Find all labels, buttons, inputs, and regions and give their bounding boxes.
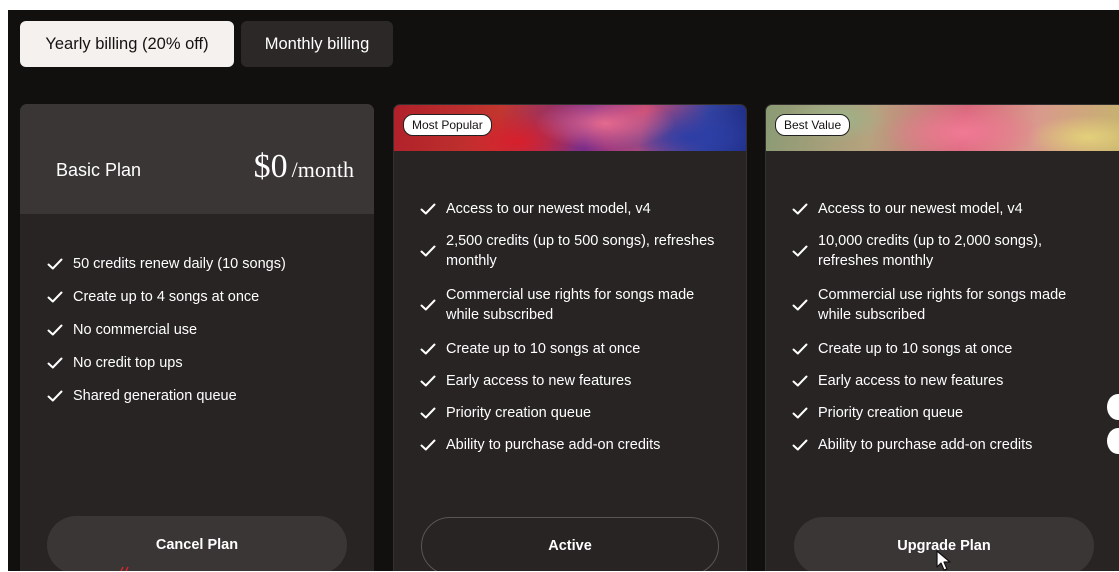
- feature-item: No commercial use: [47, 320, 362, 340]
- feature-text: Access to our newest model, v4: [818, 201, 1023, 217]
- feature-text: Priority creation queue: [446, 405, 592, 421]
- feature-item: 2,500 credits (up to 500 songs), refresh…: [420, 231, 720, 271]
- feature-item: 50 credits renew daily (10 songs): [47, 254, 362, 274]
- feature-text: Commercial use rights for songs made whi…: [818, 287, 1067, 323]
- feature-text: Access to our newest model, v4: [446, 201, 651, 217]
- yearly-billing-button[interactable]: Yearly billing (20% off): [20, 21, 234, 67]
- billing-toggle: Yearly billing (20% off) Monthly billing: [20, 21, 393, 67]
- check-icon: [47, 324, 63, 336]
- plan-banner: Most Popular: [394, 105, 746, 151]
- check-icon: [420, 375, 436, 387]
- check-icon: [420, 407, 436, 419]
- feature-item: Priority creation queue: [792, 403, 1092, 423]
- feature-item: Create up to 4 songs at once: [47, 287, 362, 307]
- check-icon: [792, 407, 808, 419]
- feature-text: Priority creation queue: [818, 405, 964, 421]
- best-value-badge: Best Value: [775, 114, 851, 136]
- check-icon: [420, 203, 436, 215]
- cursor-trace-mark: [120, 566, 129, 571]
- price-period: /month: [291, 157, 354, 182]
- feature-item: Commercial use rights for songs made whi…: [792, 285, 1092, 325]
- plan-name: Basic Plan: [56, 160, 142, 180]
- feature-text: Commercial use rights for songs made whi…: [446, 287, 695, 323]
- feature-item: Ability to purchase add-on credits: [420, 435, 720, 455]
- feature-text: Ability to purchase add-on credits: [446, 437, 661, 453]
- feature-item: Access to our newest model, v4: [420, 199, 720, 219]
- basic-plan-card: Basic Plan $0 /month 50 credits renew da…: [20, 104, 374, 571]
- feature-text: 50 credits renew daily (10 songs): [73, 256, 286, 272]
- feature-item: Create up to 10 songs at once: [420, 339, 720, 359]
- feature-text: No commercial use: [73, 322, 198, 338]
- mouse-cursor-icon: [936, 550, 951, 571]
- pro-plan-card: Most Popular Access to our newest model,…: [393, 104, 747, 571]
- feature-text: Early access to new features: [818, 373, 1004, 389]
- feature-item: Early access to new features: [420, 371, 720, 391]
- feature-list: 50 credits renew daily (10 songs) Create…: [47, 254, 362, 419]
- feature-text: Early access to new features: [446, 373, 632, 389]
- cancel-plan-button[interactable]: Cancel Plan: [47, 516, 347, 571]
- feature-item: Create up to 10 songs at once: [792, 339, 1092, 359]
- check-icon: [47, 291, 63, 303]
- check-icon: [420, 343, 436, 355]
- check-icon: [792, 203, 808, 215]
- check-icon: [792, 245, 808, 257]
- most-popular-badge: Most Popular: [403, 114, 492, 136]
- feature-list: Access to our newest model, v4 2,500 cre…: [420, 199, 720, 467]
- premier-plan-card: Best Value Access to our newest model, v…: [765, 104, 1119, 571]
- feature-item: 10,000 credits (up to 2,000 songs), refr…: [792, 231, 1092, 271]
- check-icon: [47, 357, 63, 369]
- check-icon: [792, 343, 808, 355]
- feature-list: Access to our newest model, v4 10,000 cr…: [792, 199, 1092, 467]
- check-icon: [420, 439, 436, 451]
- price-amount: $0: [253, 148, 288, 185]
- check-icon: [47, 390, 63, 402]
- check-icon: [792, 375, 808, 387]
- check-icon: [792, 299, 808, 311]
- check-icon: [792, 439, 808, 451]
- feature-text: Ability to purchase add-on credits: [818, 437, 1033, 453]
- feature-item: Commercial use rights for songs made whi…: [420, 285, 720, 325]
- feature-item: Early access to new features: [792, 371, 1092, 391]
- check-icon: [420, 245, 436, 257]
- feature-item: Access to our newest model, v4: [792, 199, 1092, 219]
- check-icon: [420, 299, 436, 311]
- plan-banner: Best Value: [766, 105, 1119, 151]
- feature-item: Shared generation queue: [47, 386, 362, 406]
- plan-price: $0 /month: [254, 148, 354, 186]
- monthly-billing-button[interactable]: Monthly billing: [241, 21, 393, 67]
- feature-text: 10,000 credits (up to 2,000 songs), refr…: [818, 233, 1043, 269]
- feature-item: Ability to purchase add-on credits: [792, 435, 1092, 455]
- pricing-page: Yearly billing (20% off) Monthly billing…: [8, 10, 1119, 571]
- feature-text: Shared generation queue: [73, 388, 237, 404]
- feature-text: 2,500 credits (up to 500 songs), refresh…: [446, 233, 715, 269]
- feature-text: No credit top ups: [73, 355, 183, 371]
- active-plan-button[interactable]: Active: [421, 517, 719, 571]
- feature-text: Create up to 4 songs at once: [73, 289, 260, 305]
- check-icon: [47, 258, 63, 270]
- feature-text: Create up to 10 songs at once: [818, 341, 1013, 357]
- feature-item: No credit top ups: [47, 353, 362, 373]
- feature-item: Priority creation queue: [420, 403, 720, 423]
- feature-text: Create up to 10 songs at once: [446, 341, 641, 357]
- basic-plan-header: Basic Plan $0 /month: [20, 104, 374, 214]
